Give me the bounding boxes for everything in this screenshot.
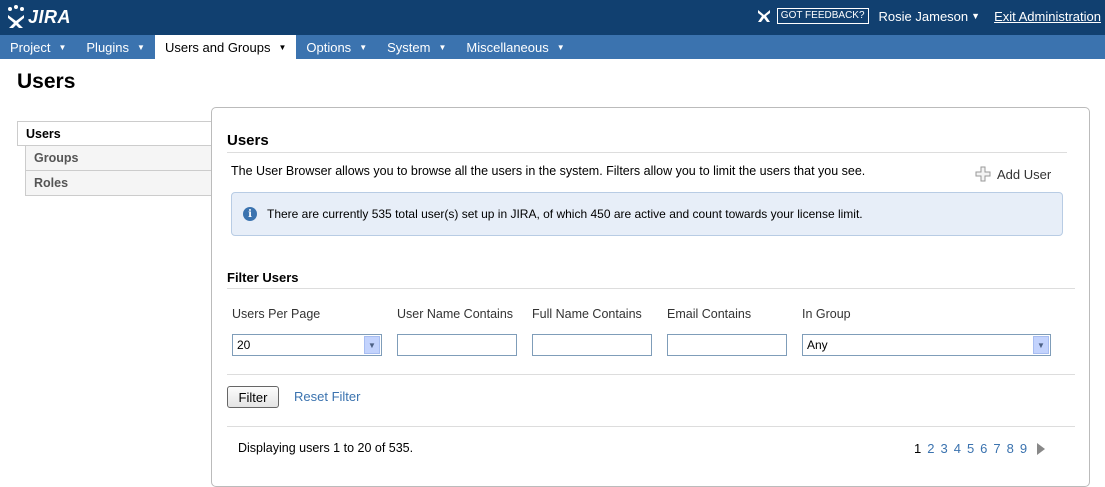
chevron-down-icon: ▼ [58,42,67,52]
page-link[interactable]: 3 [940,441,947,456]
users-per-page-select[interactable]: 20 ▼ [232,334,382,356]
page-link[interactable]: 9 [1020,441,1027,456]
divider [227,426,1075,427]
nav-project[interactable]: Project ▼ [0,35,76,59]
email-input[interactable] [667,334,787,356]
sidebar-item-groups[interactable]: Groups [25,146,212,171]
sidebar-item-label: Roles [34,176,69,190]
chevron-down-icon: ▼ [278,42,287,52]
divider [227,374,1075,375]
page-link[interactable]: 6 [980,441,987,456]
chevron-down-icon: ▼ [137,42,145,52]
page-link[interactable]: 5 [967,441,974,456]
nav-miscellaneous[interactable]: Miscellaneous ▼ [456,35,574,59]
username-input[interactable] [397,334,517,356]
pagination: 1 2 3 4 5 6 7 8 9 [914,441,1046,456]
users-per-page-value: 20 [237,338,251,352]
email-label: Email Contains [667,307,752,321]
info-text: There are currently 535 total user(s) se… [267,207,863,221]
sidebar-item-label: Groups [34,151,79,165]
logo-text: JIRA [28,6,72,27]
info-message: i There are currently 535 total user(s) … [231,192,1063,236]
page-link[interactable]: 4 [954,441,961,456]
page-link[interactable]: 2 [927,441,934,456]
sidebar-item-users[interactable]: Users [17,121,212,146]
exit-administration-link[interactable]: Exit Administration [994,9,1101,24]
filter-button[interactable]: Filter [227,386,279,408]
sidebar-item-roles[interactable]: Roles [25,171,212,196]
add-user-button[interactable]: Add User [975,166,1051,182]
next-page-icon[interactable] [1037,442,1046,455]
intro-text: The User Browser allows you to browse al… [231,164,866,178]
feedback-button[interactable]: GOT FEEDBACK? [776,8,869,24]
filter-title: Filter Users [227,270,299,285]
chevron-down-icon[interactable]: ▼ [1033,336,1049,354]
chevron-down-icon[interactable]: ▼ [364,336,380,354]
header-right: GOT FEEDBACK? Rosie Jameson ▼ Exit Admin… [755,7,1101,25]
nav-plugins-label: Plugins [86,39,130,55]
page-title: Users [17,70,76,93]
main-panel: Users The User Browser allows you to bro… [211,107,1090,487]
divider [227,288,1075,289]
jira-logo[interactable]: JIRA [6,3,71,31]
nav-system[interactable]: System ▼ [377,35,456,59]
page-current: 1 [914,441,922,456]
fullname-input[interactable] [532,334,652,356]
nav-system-label: System [387,39,431,55]
page-link[interactable]: 7 [993,441,1000,456]
group-value: Any [807,338,828,352]
nav-options[interactable]: Options ▼ [296,35,377,59]
chevron-down-icon: ▼ [556,42,565,52]
nav-project-label: Project [10,39,51,55]
user-name[interactable]: Rosie Jameson [879,9,969,24]
chevron-down-icon: ▼ [359,42,368,52]
add-user-label: Add User [997,166,1052,182]
top-header: JIRA GOT FEEDBACK? Rosie Jameson ▼ Exit … [0,0,1105,35]
group-label: In Group [802,307,851,321]
jira-logo-icon [8,5,24,28]
nav-plugins[interactable]: Plugins ▼ [76,35,155,59]
feedback-icon[interactable] [755,7,773,25]
sidebar-item-label: Users [26,126,61,141]
sidebar: Users Groups Roles [17,121,212,196]
reset-filter-link[interactable]: Reset Filter [294,389,360,404]
chevron-down-icon: ▼ [438,42,447,52]
nav-users-and-groups-label: Users and Groups [164,39,271,55]
nav-miscellaneous-label: Miscellaneous [466,39,549,55]
page-link[interactable]: 8 [1007,441,1014,456]
nav-options-label: Options [306,39,352,55]
users-per-page-label: Users Per Page [232,307,321,321]
results-count: Displaying users 1 to 20 of 535. [238,441,414,455]
nav-users-and-groups[interactable]: Users and Groups ▼ [154,35,297,59]
username-label: User Name Contains [397,307,514,321]
user-menu-caret-icon[interactable]: ▼ [971,11,980,21]
plus-icon [975,166,991,182]
info-icon: i [243,207,257,221]
admin-nav: Project ▼ Plugins ▼ Users and Groups ▼ Opti… [0,35,1105,59]
divider [227,152,1067,153]
panel-title: Users [227,132,269,149]
group-select[interactable]: Any ▼ [802,334,1051,356]
fullname-label: Full Name Contains [532,307,642,321]
